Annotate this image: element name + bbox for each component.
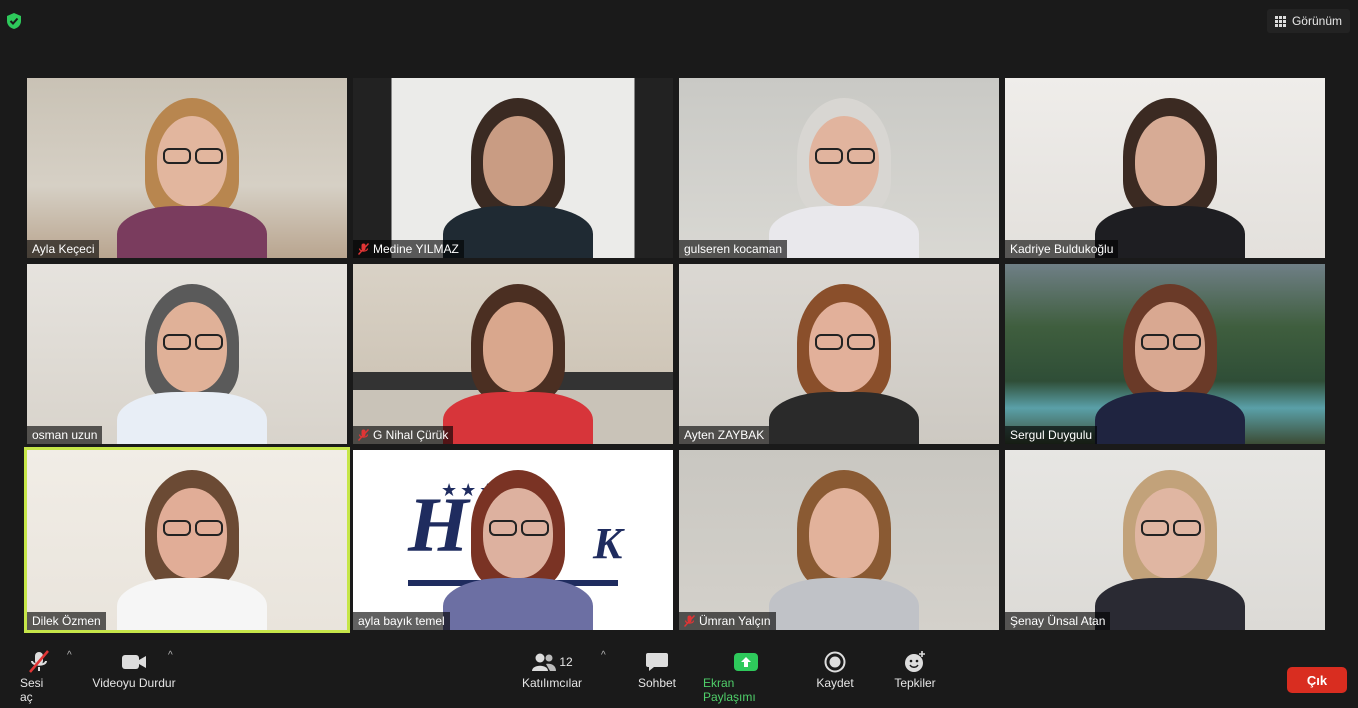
video-tile[interactable]: Şenay Ünsal Atan [1005,450,1325,630]
share-screen-icon [734,653,758,671]
participant-video [1005,264,1325,444]
video-options-caret[interactable]: ^ [168,650,173,661]
video-tile[interactable]: Sergul Duygulu [1005,264,1325,444]
participant-name: Ümran Yalçın [699,614,771,628]
video-tile[interactable]: Ayla Keçeci [27,78,347,258]
participant-name: Ayla Keçeci [32,242,95,256]
participant-video [1005,78,1325,258]
participants-icon [532,653,557,671]
reactions-button[interactable]: Tepkiler [892,648,938,690]
video-tile[interactable]: Dilek Özmen [24,447,350,633]
share-screen-label: Ekran Paylaşımı [703,676,756,704]
participant-name-tag: osman uzun [27,426,103,444]
video-tile[interactable]: G Nihal Çürük [353,264,673,444]
participants-count: 12 [559,655,573,669]
participant-video [679,264,999,444]
participant-name-tag: Şenay Ünsal Atan [1005,612,1111,630]
participant-video [1005,450,1325,630]
participants-button[interactable]: 12 Katılımcılar [520,648,584,690]
muted-mic-icon [358,243,369,255]
participant-name-tag: Ayla Keçeci [27,240,100,258]
participants-label: Katılımcılar [521,676,582,690]
stop-video-label: Videoyu Durdur [92,676,176,690]
participant-name-tag: ayla bayık temel [353,612,450,630]
participant-name-tag: Ayten ZAYBAK [679,426,770,444]
share-screen-button[interactable]: Ekran Paylaşımı [703,648,789,704]
record-icon [824,651,846,673]
participant-name: Ayten ZAYBAK [684,428,765,442]
video-tile[interactable]: Ayten ZAYBAK [679,264,999,444]
participant-name: Şenay Ünsal Atan [1010,614,1106,628]
participant-name-tag: Medine YILMAZ [353,240,464,258]
participant-video [679,78,999,258]
muted-mic-icon [29,650,49,673]
view-button[interactable]: Görünüm [1266,9,1350,33]
video-tile[interactable]: Ümran Yalçın [679,450,999,630]
participant-name: Sergul Duygulu [1010,428,1093,442]
muted-mic-icon [684,615,695,627]
video-tile[interactable]: HK★★★★★ayla bayık temel [353,450,673,630]
participant-name: G Nihal Çürük [373,428,449,442]
participant-name-tag: Kadriye Buldukoğlu [1005,240,1119,258]
unmute-label: Sesi aç [20,676,44,704]
leave-meeting-button[interactable]: Çık [1287,667,1347,693]
view-label: Görünüm [1291,14,1342,28]
participant-name-tag: Dilek Özmen [27,612,106,630]
participant-name-tag: gulseren kocaman [679,240,788,258]
participant-name: osman uzun [32,428,98,442]
participant-video [353,78,673,258]
video-tile[interactable]: osman uzun [27,264,347,444]
chat-label: Sohbet [637,676,677,690]
participant-name: gulseren kocaman [684,242,783,256]
video-tile[interactable]: Medine YILMAZ [353,78,673,258]
participant-video [679,450,999,630]
participant-video [27,450,347,630]
participant-video [353,264,673,444]
reactions-label: Tepkiler [894,676,936,690]
record-label: Kaydet [816,676,854,690]
audio-options-caret[interactable]: ^ [67,650,72,661]
unmute-button[interactable]: Sesi aç [20,648,58,704]
participants-options-caret[interactable]: ^ [601,650,606,661]
participant-name: ayla bayık temel [358,614,445,628]
participant-video [27,78,347,258]
stop-video-button[interactable]: Videoyu Durdur [91,648,177,690]
chat-button[interactable]: Sohbet [636,648,678,690]
video-tile[interactable]: Kadriye Buldukoğlu [1005,78,1325,258]
chat-bubble-icon [646,653,668,671]
participant-name-tag: G Nihal Çürük [353,426,454,444]
record-button[interactable]: Kaydet [815,648,855,690]
participant-name-tag: Ümran Yalçın [679,612,776,630]
participant-video [353,450,673,630]
participant-name: Medine YILMAZ [373,242,459,256]
participant-name: Dilek Özmen [32,614,101,628]
participant-name: Kadriye Buldukoğlu [1010,242,1114,256]
participant-name-tag: Sergul Duygulu [1005,426,1098,444]
security-shield-icon[interactable] [6,12,22,30]
video-camera-icon [122,655,146,669]
reaction-emoji-icon [905,651,925,672]
meeting-toolbar: Sesi aç ^ Videoyu Durdur ^ 12 Katılımcıl… [0,644,1358,708]
muted-mic-icon [358,429,369,441]
grid-view-icon [1274,15,1286,27]
video-tile[interactable]: gulseren kocaman [679,78,999,258]
participant-video [27,264,347,444]
top-bar: Görünüm [0,0,1358,44]
